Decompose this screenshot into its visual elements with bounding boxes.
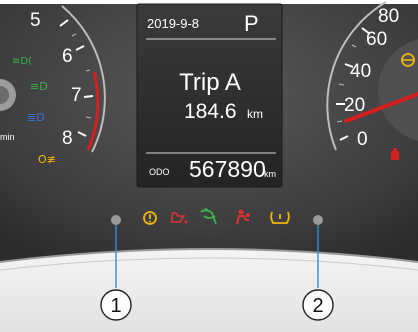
trip-label: Trip A xyxy=(179,69,241,96)
center-display: 2019-9-8 P Trip A 184.6 km ODO 567890 km xyxy=(136,3,283,188)
svg-text:O≢: O≢ xyxy=(38,153,56,166)
speed-tick-label: 0 xyxy=(357,129,368,150)
high-beam-icon: ≣D xyxy=(27,111,45,124)
instrument-cluster-figure: 5 6 7 8 min ≡D( ≡D ≣D O≢ 80 60 40 20 0 2… xyxy=(0,0,418,332)
cluster-illustration: 5 6 7 8 min ≡D( ≡D ≣D O≢ 80 60 40 20 0 2… xyxy=(0,0,418,332)
odo-label: ODO xyxy=(149,167,170,177)
speed-tick-label: 40 xyxy=(350,61,371,82)
svg-text:≡D(: ≡D( xyxy=(12,56,32,67)
tach-tick-label: 8 xyxy=(62,128,73,149)
speed-tick-label: 80 xyxy=(378,6,399,27)
speed-tick-label: 20 xyxy=(344,95,365,116)
gear-indicator: P xyxy=(244,11,259,36)
trip-unit: km xyxy=(247,107,263,121)
tach-tick-label: 6 xyxy=(62,46,73,67)
tach-unit-label: min xyxy=(0,132,15,142)
tach-tick-label: 5 xyxy=(30,10,41,31)
top-strip xyxy=(0,0,418,4)
speed-tick-label: 60 xyxy=(366,29,387,50)
indicator-lamp-right xyxy=(313,215,323,225)
lower-bezel xyxy=(0,249,418,332)
callout-1-number: 1 xyxy=(110,295,121,317)
parking-light-icon: ≡D xyxy=(30,80,48,93)
display-date: 2019-9-8 xyxy=(147,16,199,31)
front-fog-light-icon: ≡D( xyxy=(12,56,32,67)
odo-value: 567890 xyxy=(189,156,266,182)
tach-tick-label: 7 xyxy=(71,85,82,106)
odo-unit: km xyxy=(264,169,276,179)
rear-fog-light-icon: O≢ xyxy=(38,153,56,166)
tach-tick xyxy=(83,95,94,98)
svg-text:≣D: ≣D xyxy=(27,111,45,124)
trip-value: 184.6 xyxy=(184,100,237,123)
svg-text:≡D: ≡D xyxy=(30,80,48,93)
callout-2-number: 2 xyxy=(312,295,323,317)
indicator-lamp-left xyxy=(111,215,121,225)
